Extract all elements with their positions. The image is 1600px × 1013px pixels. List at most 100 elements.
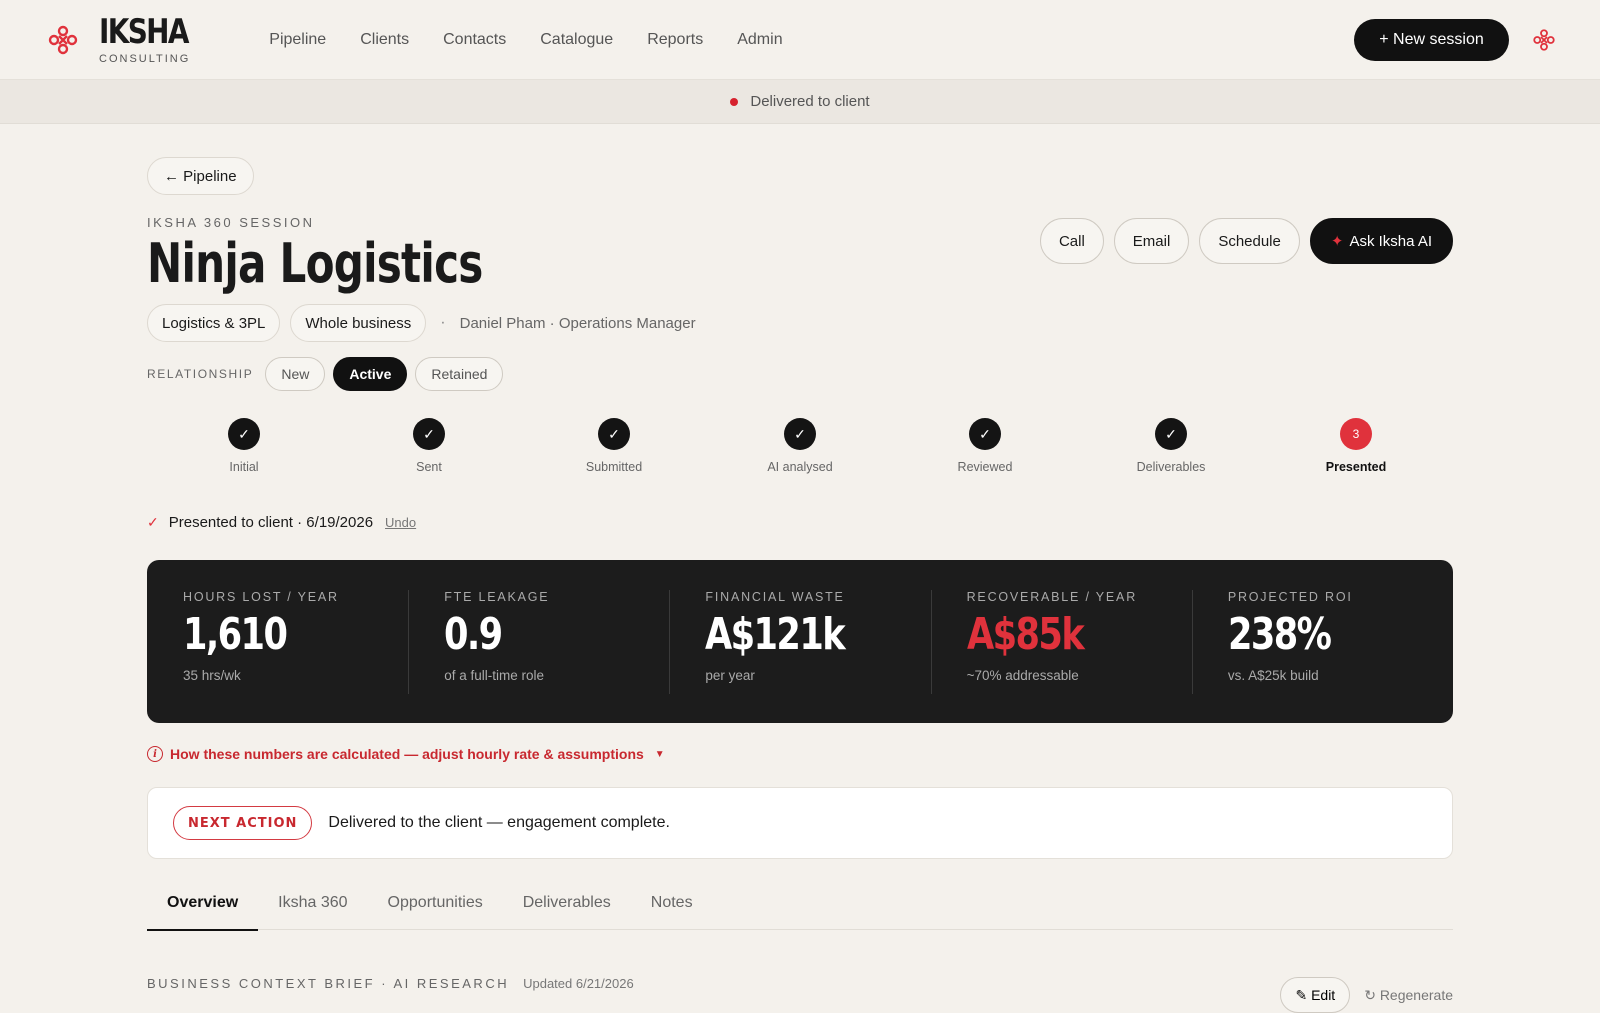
next-action-card: NEXT ACTION Delivered to the client — en…	[147, 787, 1453, 859]
nav-contacts[interactable]: Contacts	[443, 31, 506, 49]
relationship-active[interactable]: Active	[333, 357, 408, 391]
metric-label: FINANCIAL WASTE	[705, 590, 845, 604]
metrics-panel: HOURS LOST / YEAR 1,610 35 hrs/wk FTE LE…	[147, 560, 1453, 723]
undo-link[interactable]: Undo	[385, 515, 416, 530]
schedule-button[interactable]: Schedule	[1199, 218, 1300, 264]
nav-clients[interactable]: Clients	[360, 31, 409, 49]
metric-fte-leakage: FTE LEAKAGE 0.9 of a full-time role	[408, 590, 669, 723]
page-title: Ninja Logistics	[147, 232, 483, 295]
relationship-retained[interactable]: Retained	[415, 357, 504, 391]
metric-recoverable: RECOVERABLE / YEAR A$85k ~70% addressabl…	[930, 590, 1192, 723]
nav-reports[interactable]: Reports	[647, 31, 703, 49]
logo[interactable]: IKSHA CONSULTING	[47, 15, 207, 65]
metric-sub: ~70% addressable	[966, 668, 1079, 683]
status-banner: Delivered to client	[0, 80, 1600, 124]
sparkle-icon: ✦	[1330, 233, 1344, 250]
nav-catalogue[interactable]: Catalogue	[540, 31, 613, 49]
tab-overview[interactable]: Overview	[147, 876, 259, 931]
progress-stepper: ✓ Initial ✓ Sent ✓ Submitted ✓ AI analys…	[147, 418, 1453, 488]
tab-iksha-360[interactable]: Iksha 360	[258, 876, 367, 930]
check-icon: ✓	[598, 418, 630, 450]
step-label: Initial	[229, 460, 259, 474]
step-label: Reviewed	[957, 460, 1013, 474]
step-label: Submitted	[585, 460, 643, 474]
tab-opportunities[interactable]: Opportunities	[368, 876, 503, 930]
metric-hours-lost: HOURS LOST / YEAR 1,610 35 hrs/wk	[147, 590, 408, 723]
metric-financial-waste: FINANCIAL WASTE A$121k per year	[669, 590, 930, 723]
ask-ai-label: Ask Iksha AI	[1349, 233, 1432, 250]
check-icon: ✓	[784, 418, 816, 450]
check-icon: ✓	[413, 418, 445, 450]
calculation-link-text: How these numbers are calculated — adjus…	[170, 746, 644, 762]
presented-text: Presented to client · 6/19/2026	[168, 514, 374, 531]
status-banner-text: Delivered to client	[750, 93, 870, 110]
metric-value: A$85k	[966, 609, 1085, 660]
presented-status: ✓ Presented to client · 6/19/2026 Undo	[147, 514, 416, 531]
step-label: AI analysed	[767, 460, 833, 474]
brief-updated: Updated 6/21/2026	[523, 976, 634, 991]
calculation-toggle[interactable]: i How these numbers are calculated — adj…	[147, 746, 665, 762]
brand-name: IKSHA	[99, 11, 189, 52]
brand-knot-icon	[48, 25, 78, 54]
relationship-label: RELATIONSHIP	[147, 367, 254, 381]
industry-tag: Logistics & 3PL	[147, 304, 281, 342]
step-label: Presented	[1325, 460, 1387, 474]
brief-actions: ✎ Edit ↻ Regenerate	[1280, 977, 1453, 1013]
metric-value: 0.9	[444, 609, 503, 660]
metric-label: PROJECTED ROI	[1227, 590, 1353, 604]
check-icon: ✓	[969, 418, 1001, 450]
metric-sub: per year	[705, 668, 755, 683]
check-icon: ✓	[228, 418, 260, 450]
new-session-button[interactable]: + New session	[1354, 19, 1509, 61]
contact-actions: Call Email Schedule ✦ Ask Iksha AI	[1039, 218, 1453, 264]
brand: IKSHA CONSULTING	[99, 15, 207, 65]
step-label: Deliverables	[1136, 460, 1206, 474]
call-button[interactable]: Call	[1039, 218, 1104, 264]
step-initial[interactable]: ✓ Initial	[174, 418, 314, 474]
email-button[interactable]: Email	[1113, 218, 1190, 264]
metric-sub: 35 hrs/wk	[183, 668, 241, 683]
step-number-badge: 3	[1340, 418, 1372, 450]
scope-tag: Whole business	[290, 304, 427, 342]
metric-label: FTE LEAKAGE	[444, 590, 550, 604]
step-presented[interactable]: 3 Presented	[1286, 418, 1426, 474]
step-label: Sent	[416, 460, 442, 474]
step-submitted[interactable]: ✓ Submitted	[544, 418, 684, 474]
step-ai-analysed[interactable]: ✓ AI analysed	[730, 418, 870, 474]
info-icon: i	[147, 746, 163, 762]
metric-label: HOURS LOST / YEAR	[183, 590, 339, 604]
metric-sub: of a full-time role	[444, 668, 544, 683]
back-to-pipeline-button[interactable]: ← Pipeline	[147, 157, 254, 195]
check-icon: ✓	[147, 514, 159, 530]
relationship-new[interactable]: New	[265, 357, 326, 391]
ask-ai-button[interactable]: ✦ Ask Iksha AI	[1309, 218, 1453, 264]
tab-deliverables[interactable]: Deliverables	[503, 876, 631, 930]
brief-label: BUSINESS CONTEXT BRIEF · AI RESEARCH	[147, 976, 510, 991]
brand-subtitle: CONSULTING	[99, 52, 191, 65]
brief-header: BUSINESS CONTEXT BRIEF · AI RESEARCH Upd…	[147, 976, 634, 991]
nav-admin[interactable]: Admin	[737, 31, 782, 49]
step-deliverables[interactable]: ✓ Deliverables	[1101, 418, 1241, 474]
session-tags: Logistics & 3PL Whole business · Daniel …	[147, 304, 696, 342]
tab-notes[interactable]: Notes	[631, 876, 713, 930]
metric-value: 238%	[1227, 609, 1332, 660]
step-sent[interactable]: ✓ Sent	[359, 418, 499, 474]
next-action-badge: NEXT ACTION	[173, 806, 313, 840]
step-reviewed[interactable]: ✓ Reviewed	[915, 418, 1055, 474]
caret-down-icon: ▼	[654, 748, 665, 760]
metric-value: A$121k	[705, 609, 846, 660]
session-tabs: Overview Iksha 360 Opportunities Deliver…	[147, 876, 1453, 931]
edit-brief-button[interactable]: ✎ Edit	[1280, 977, 1351, 1013]
contact-person: Daniel Pham · Operations Manager	[459, 314, 696, 332]
separator-dot: ·	[440, 314, 446, 331]
check-icon: ✓	[1155, 418, 1187, 450]
metric-value: 1,610	[183, 609, 288, 660]
metric-projected-roi: PROJECTED ROI 238% vs. A$25k build	[1191, 590, 1453, 723]
metric-label: RECOVERABLE / YEAR	[966, 590, 1138, 604]
status-dot-icon	[730, 97, 739, 106]
regenerate-button[interactable]: ↻ Regenerate	[1364, 987, 1453, 1004]
metric-sub: vs. A$25k build	[1227, 668, 1319, 683]
nav-pipeline[interactable]: Pipeline	[269, 31, 326, 49]
knot-menu-icon[interactable]	[1532, 28, 1556, 52]
next-action-text: Delivered to the client — engagement com…	[328, 814, 670, 831]
